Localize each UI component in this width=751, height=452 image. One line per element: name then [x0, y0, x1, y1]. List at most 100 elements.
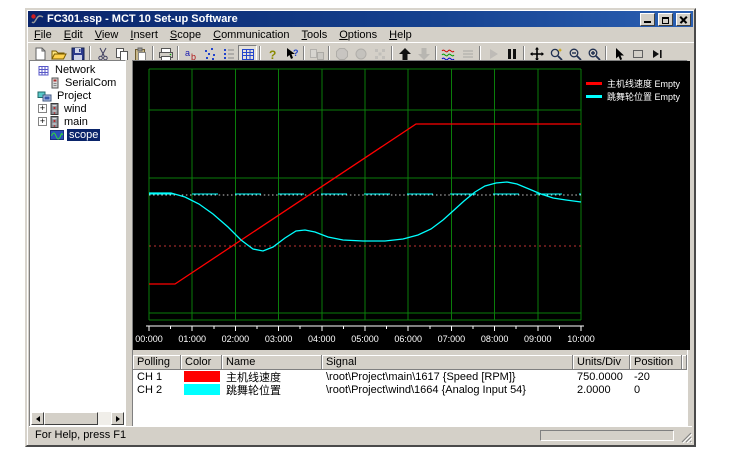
save-icon — [71, 47, 85, 61]
tree-horizontal-scrollbar[interactable] — [31, 412, 124, 425]
channel-row-ch1[interactable]: CH 1主机线速度\root\Project\main\1617 {Speed … — [133, 370, 687, 383]
menu-scope[interactable]: Scope — [164, 29, 207, 41]
tree-item-network[interactable]: Network — [31, 63, 124, 76]
legend-ch2: 跳舞轮位置 Empty — [586, 90, 680, 103]
column-header-position[interactable]: Position — [630, 355, 682, 370]
x-axis-label: 07:000 — [438, 334, 466, 344]
new-document-icon — [33, 47, 47, 61]
channel-table-body: CH 1主机线速度\root\Project\main\1617 {Speed … — [133, 370, 687, 396]
serial-device-icon — [50, 77, 60, 89]
expand-icon[interactable]: + — [38, 117, 47, 126]
x-axis-label: 02:000 — [222, 334, 250, 344]
scope-legend: 主机线速度 Empty跳舞轮位置 Empty — [586, 77, 680, 103]
channel-color-cell — [181, 371, 222, 382]
pointer-icon — [612, 47, 626, 61]
tree-item-project[interactable]: Project — [31, 89, 124, 102]
channel-row-ch2[interactable]: CH 2跳舞轮位置\root\Project\wind\1664 {Analog… — [133, 383, 687, 396]
x-axis-label: 05:000 — [351, 334, 379, 344]
title-bar[interactable]: FC301.ssp - MCT 10 Set-up Software — [28, 11, 693, 27]
tree-item-label: SerialCom — [63, 77, 118, 89]
close-button[interactable] — [676, 13, 691, 26]
compare-ab-icon: ab — [184, 47, 198, 61]
client-area: NetworkSerialComProject+wind+mainscope 0… — [29, 60, 692, 427]
menu-view[interactable]: View — [89, 29, 125, 41]
tree-item-label: Project — [55, 90, 93, 102]
cell-polling: CH 2 — [133, 384, 181, 396]
maximize-button[interactable] — [658, 13, 673, 26]
legend-label: 主机线速度 Empty — [607, 77, 680, 90]
print-icon — [158, 47, 174, 61]
project-tree-panel: NetworkSerialComProject+wind+mainscope — [29, 60, 126, 427]
grid-table-icon — [241, 47, 255, 61]
scope-view: 00:00001:00002:00003:00004:00005:00006:0… — [132, 60, 688, 427]
legend-color-swatch — [586, 82, 602, 85]
project-pcs-icon — [37, 90, 52, 102]
status-bar: For Help, press F1 — [29, 426, 692, 443]
menu-insert[interactable]: Insert — [124, 29, 164, 41]
right-triangle-icon — [116, 416, 123, 422]
expand-icon[interactable]: + — [38, 104, 47, 113]
tree-item-label: scope — [67, 129, 100, 141]
tree-item-scope[interactable]: scope — [31, 128, 124, 141]
minimize-icon — [644, 21, 651, 23]
menu-bar: FileEditViewInsertScopeCommunicationTool… — [27, 28, 694, 42]
x-axis-label: 01:000 — [178, 334, 206, 344]
channel-color-cell — [181, 384, 222, 395]
channel-color-swatch — [184, 384, 220, 395]
scroll-left-button[interactable] — [31, 412, 44, 425]
cell-position: 0 — [630, 384, 682, 396]
zoom-out-icon — [568, 47, 582, 61]
tree-item-main[interactable]: +main — [31, 115, 124, 128]
drive-unit-icon — [50, 116, 59, 128]
tree-item-serialcom[interactable]: SerialCom — [31, 76, 124, 89]
cell-signal: \root\Project\wind\1664 {Analog Input 54… — [322, 384, 573, 396]
paste-icon — [134, 47, 148, 61]
menu-help[interactable]: Help — [383, 29, 418, 41]
zoom-in-icon — [587, 47, 601, 61]
step-end-icon — [650, 47, 664, 61]
zoom-select-icon — [549, 47, 563, 61]
up-arrow-icon — [398, 47, 412, 61]
channel-color-swatch — [184, 371, 220, 382]
window-title: FC301.ssp - MCT 10 Set-up Software — [47, 13, 637, 25]
column-header-empty[interactable] — [682, 355, 687, 370]
x-axis-label: 09:000 — [524, 334, 552, 344]
channel-table: PollingColorNameSignalUnits/DivPosition … — [133, 355, 687, 427]
help-icon: ? — [266, 47, 280, 61]
sync-dots-icon — [373, 47, 387, 61]
play-icon — [486, 47, 500, 61]
column-header-polling[interactable]: Polling — [133, 355, 181, 370]
app-window: FC301.ssp - MCT 10 Set-up Software FileE… — [25, 8, 696, 447]
menu-file[interactable]: File — [28, 29, 58, 41]
column-header-color[interactable]: Color — [181, 355, 222, 370]
column-header-signal[interactable]: Signal — [322, 355, 573, 370]
list-dots-icon — [222, 47, 236, 61]
open-folder-icon — [51, 47, 67, 61]
menu-tools[interactable]: Tools — [296, 29, 334, 41]
x-axis-label: 04:000 — [308, 334, 336, 344]
cell-position: -20 — [630, 371, 682, 383]
scatter-dots-icon — [203, 47, 217, 61]
minimize-button[interactable] — [640, 13, 655, 26]
resize-grip[interactable] — [679, 430, 692, 443]
cell-signal: \root\Project\main\1617 {Speed [RPM]} — [322, 371, 573, 383]
column-header-units-div[interactable]: Units/Div — [573, 355, 630, 370]
tree-item-label: Network — [53, 64, 97, 76]
app-logo-icon — [30, 13, 44, 25]
drive-unit-icon — [50, 103, 59, 115]
menu-options[interactable]: Options — [333, 29, 383, 41]
scope-chart[interactable]: 00:00001:00002:00003:00004:00005:00006:0… — [133, 61, 690, 350]
scrollbar-thumb[interactable] — [44, 412, 98, 425]
scope-waves-icon — [441, 47, 457, 61]
status-message: For Help, press F1 — [35, 429, 540, 441]
cut-icon — [96, 47, 110, 61]
down-arrow-icon — [417, 47, 431, 61]
svg-text:a: a — [185, 48, 190, 58]
channel-table-header: PollingColorNameSignalUnits/DivPosition — [133, 355, 687, 370]
select-box-icon — [631, 47, 645, 61]
scope-wave-icon — [50, 130, 64, 140]
menu-edit[interactable]: Edit — [58, 29, 89, 41]
tree-item-wind[interactable]: +wind — [31, 102, 124, 115]
scroll-right-button[interactable] — [111, 412, 124, 425]
menu-communication[interactable]: Communication — [207, 29, 295, 41]
